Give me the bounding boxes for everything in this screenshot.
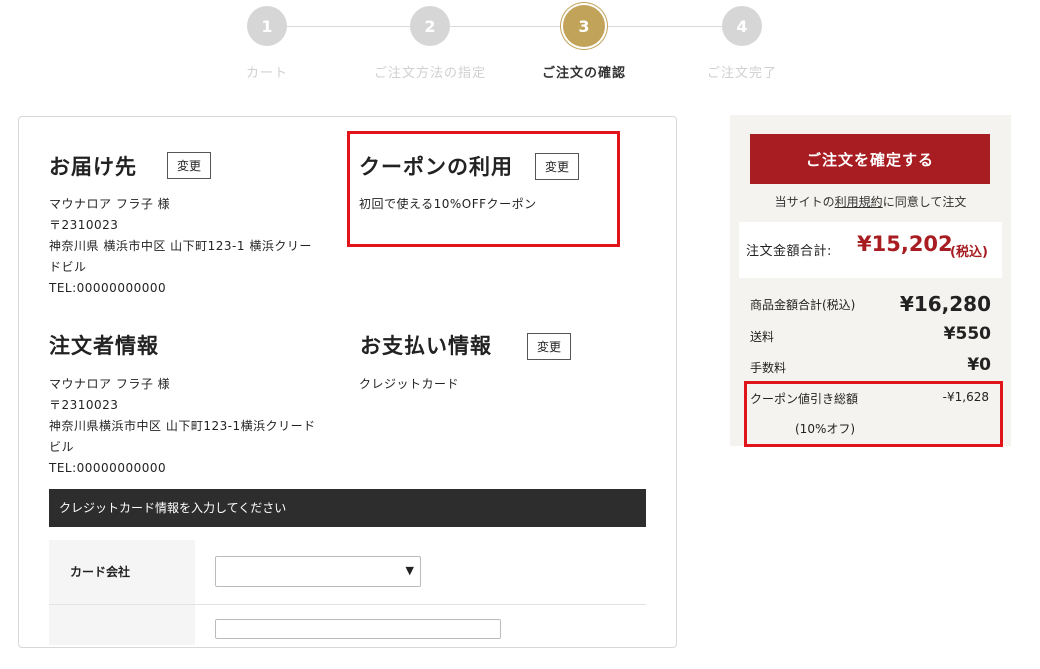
step-number: 2 bbox=[410, 6, 450, 46]
delivery-change-button[interactable]: 変更 bbox=[167, 152, 212, 179]
coupon-change-button[interactable]: 変更 bbox=[535, 153, 580, 180]
card-number-label bbox=[49, 605, 195, 645]
orderer-address-line1: 神奈川県横浜市中区 山下町123-1横浜クリード bbox=[49, 419, 316, 433]
terms-link[interactable]: 利用規約 bbox=[835, 195, 883, 209]
delivery-tel: TEL:00000000000 bbox=[49, 281, 167, 295]
delivery-address-line1: 神奈川県 横浜市中区 山下町123-1 横浜クリー bbox=[49, 239, 312, 253]
step-order-confirm: 3 ご注文の確認 bbox=[509, 5, 659, 81]
orderer-name: マウナロア フラ子 様 bbox=[49, 377, 171, 391]
coupon-discount-note: (10%オフ) bbox=[795, 422, 856, 436]
delivery-address-line2: ドビル bbox=[49, 260, 87, 274]
order-details-panel: お届け先 変更 マウナロア フラ子 様 〒2310023 神奈川県 横浜市中区 … bbox=[18, 116, 677, 648]
step-number: 4 bbox=[722, 6, 762, 46]
step-number: 1 bbox=[247, 6, 287, 46]
card-company-row: カード会社 ▼ bbox=[49, 540, 646, 605]
step-label: ご注文方法の指定 bbox=[373, 66, 486, 81]
coupon-description: 初回で使える10%OFFクーポン bbox=[359, 197, 537, 211]
order-summary-sidebar: ご注文を確定する 当サイトの利用規約に同意して注文 注文金額合計: ¥15,20… bbox=[730, 115, 1011, 447]
shipping-label: 送料 bbox=[750, 330, 775, 344]
order-total-box: 注文金額合計: ¥15,202 (税込) bbox=[739, 222, 1002, 278]
orderer-address-line2: ビル bbox=[49, 440, 75, 454]
card-company-label: カード会社 bbox=[49, 540, 195, 604]
terms-agreement: 当サイトの利用規約に同意して注文 bbox=[730, 193, 1011, 210]
payment-method: クレジットカード bbox=[359, 377, 460, 391]
checkout-steps: 1 カート 2 ご注文方法の指定 3 ご注文の確認 4 ご注文完了 bbox=[0, 0, 1040, 100]
step-label: ご注文の確認 bbox=[541, 66, 626, 81]
delivery-address: マウナロア フラ子 様 〒2310023 神奈川県 横浜市中区 山下町123-1… bbox=[49, 194, 312, 299]
order-total-label: 注文金額合計: bbox=[746, 244, 832, 259]
orderer-zip: 〒2310023 bbox=[49, 398, 119, 412]
delivery-zip: 〒2310023 bbox=[49, 218, 119, 232]
confirm-order-button[interactable]: ご注文を確定する bbox=[750, 134, 990, 184]
order-total-tax: (税込) bbox=[950, 245, 988, 260]
step-label: ご注文完了 bbox=[706, 66, 777, 81]
card-number-input[interactable] bbox=[215, 619, 501, 639]
delivery-title: お届け先 bbox=[49, 154, 137, 179]
orderer-title: 注文者情報 bbox=[49, 333, 159, 358]
step-label: カート bbox=[245, 66, 288, 81]
delivery-name: マウナロア フラ子 様 bbox=[49, 197, 171, 211]
coupon-highlight-box bbox=[347, 131, 620, 247]
credit-card-header: クレジットカード情報を入力してください bbox=[49, 489, 646, 527]
subtotal-value: ¥16,280 bbox=[899, 292, 991, 316]
fee-value: ¥0 bbox=[967, 355, 991, 375]
shipping-value: ¥550 bbox=[943, 324, 991, 344]
coupon-discount-label: クーポン値引き総額 bbox=[750, 392, 859, 406]
step-cart: 1 カート bbox=[192, 6, 342, 81]
agree-text-before: 当サイトの bbox=[774, 195, 835, 209]
card-number-row bbox=[49, 605, 646, 669]
step-number: 3 bbox=[563, 5, 605, 47]
fee-label: 手数料 bbox=[750, 361, 787, 375]
subtotal-label: 商品金額合計(税込) bbox=[750, 298, 856, 312]
payment-change-button[interactable]: 変更 bbox=[527, 333, 572, 360]
chevron-down-icon: ▼ bbox=[405, 564, 414, 577]
agree-text-after: に同意して注文 bbox=[882, 195, 967, 209]
orderer-address: マウナロア フラ子 様 〒2310023 神奈川県横浜市中区 山下町123-1横… bbox=[49, 374, 316, 479]
coupon-title: クーポンの利用 bbox=[359, 154, 513, 179]
card-company-select[interactable]: ▼ bbox=[215, 556, 421, 587]
coupon-discount-value: -¥1,628 bbox=[942, 390, 989, 404]
orderer-tel: TEL:00000000000 bbox=[49, 461, 167, 475]
step-order-complete: 4 ご注文完了 bbox=[667, 6, 817, 81]
order-total-value: ¥15,202 bbox=[857, 232, 953, 256]
step-order-method: 2 ご注文方法の指定 bbox=[355, 6, 505, 81]
payment-title: お支払い情報 bbox=[360, 333, 492, 358]
